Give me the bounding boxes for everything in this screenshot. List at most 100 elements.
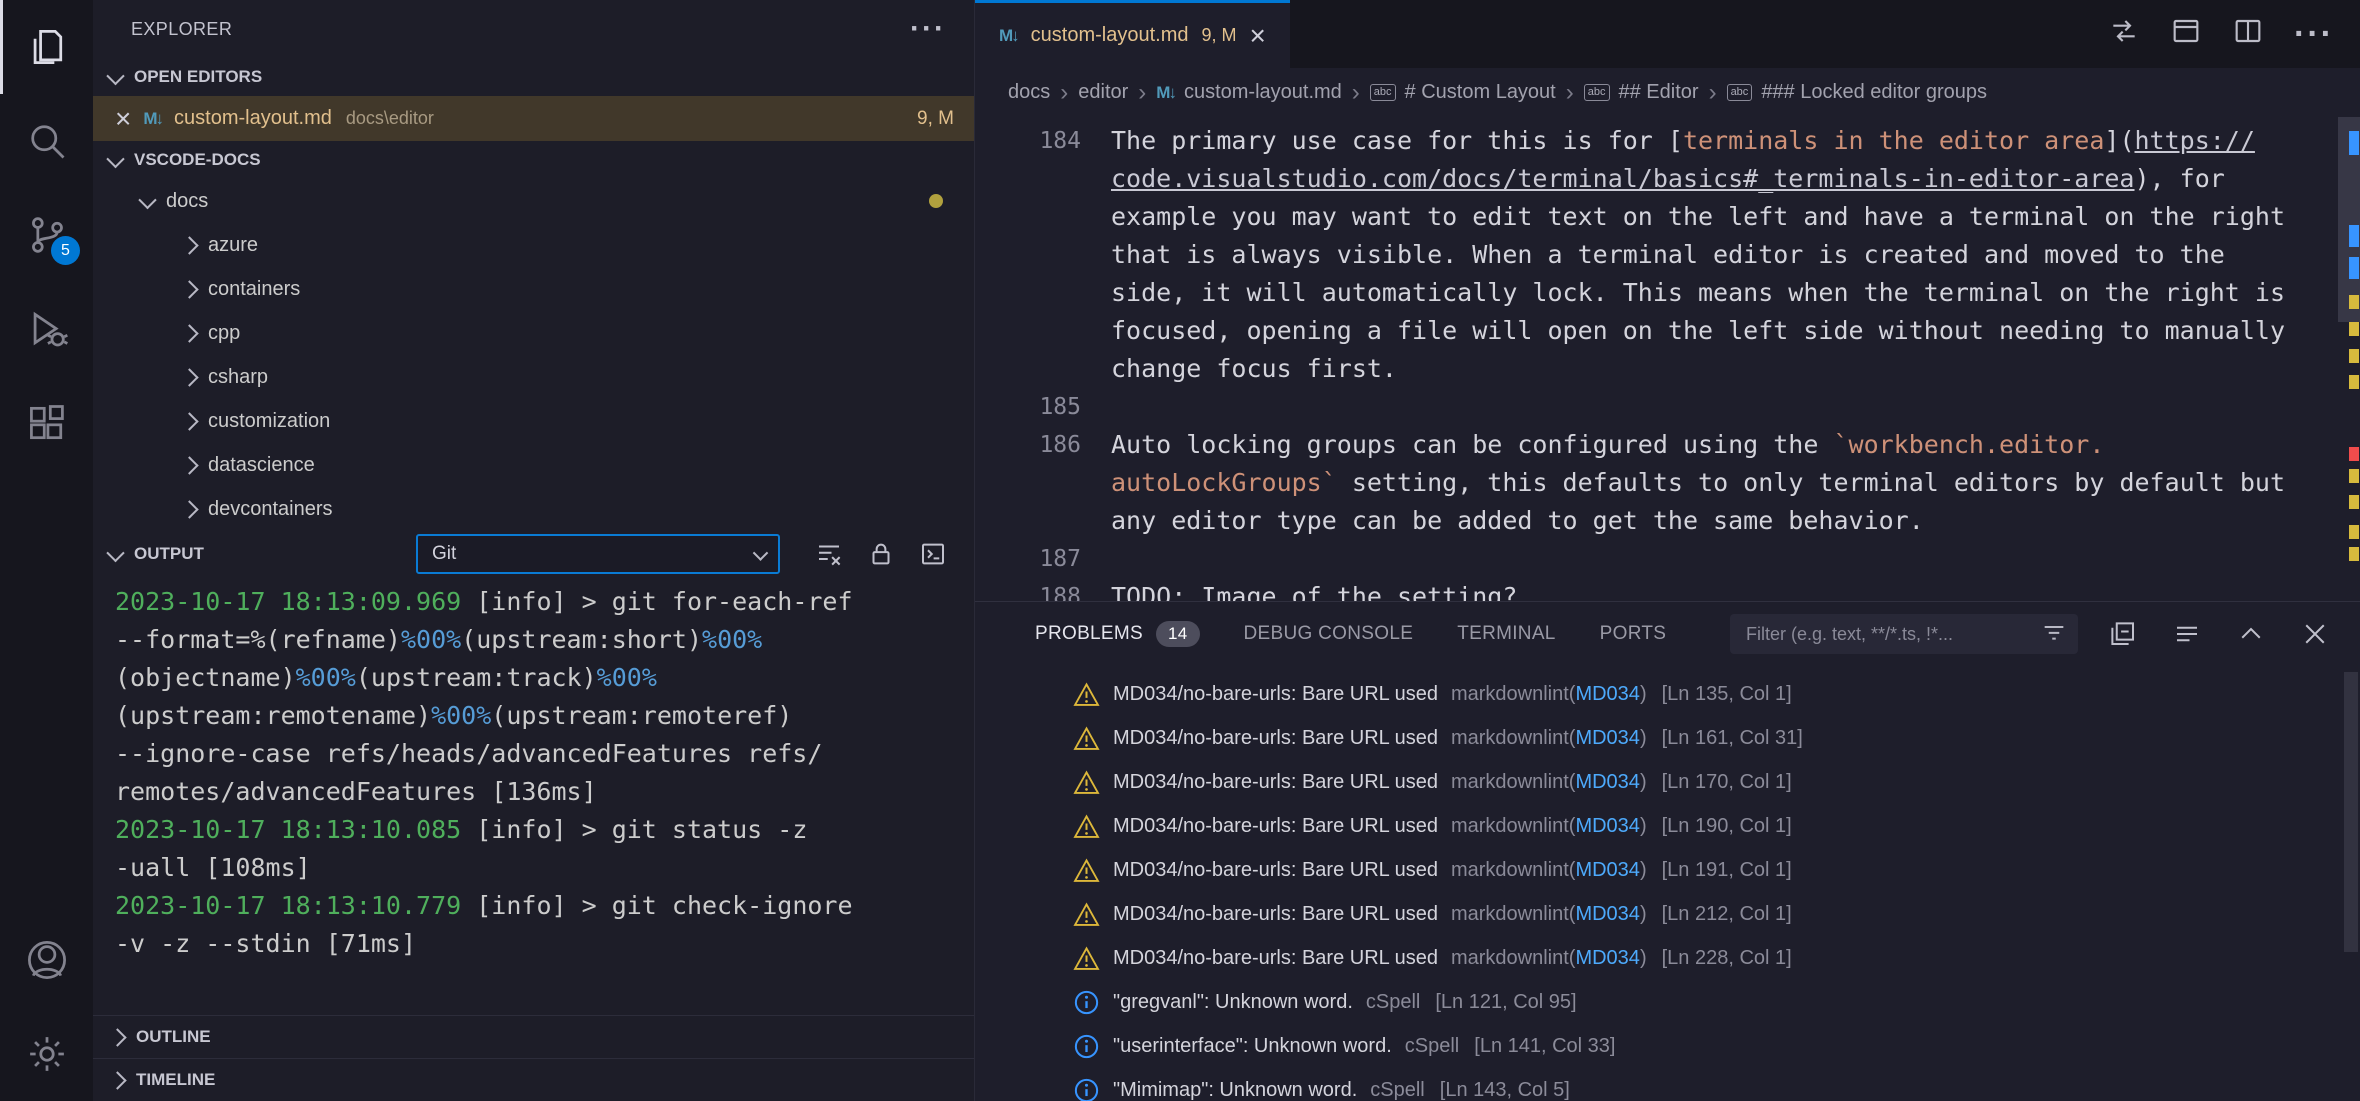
breadcrumb-item[interactable]: docs: [1008, 81, 1050, 104]
activity-extensions[interactable]: [0, 376, 93, 470]
output-line: (objectname)%00%(upstream:track)%00%: [115, 659, 974, 697]
editor-content[interactable]: 184The primary use case for this is for …: [975, 117, 2360, 601]
line-number: 184: [975, 122, 1081, 160]
output-text: -v -z --stdin [71ms]: [115, 929, 416, 958]
problem-row[interactable]: MD034/no-bare-urls: Bare URL usedmarkdow…: [975, 892, 2360, 936]
chevron-right-icon: [180, 324, 198, 342]
close-panel-icon[interactable]: [2300, 619, 2330, 649]
open-output-in-editor-icon[interactable]: [918, 539, 948, 569]
activity-source-control[interactable]: 5: [0, 188, 93, 282]
problem-source-text: markdownlint(: [1451, 771, 1575, 794]
panel-tab-debug-console[interactable]: DEBUG CONSOLE: [1244, 623, 1414, 645]
problem-code-link[interactable]: MD034: [1575, 683, 1639, 706]
code-line-text: The primary use case for this is for [te…: [1081, 122, 2255, 160]
tree-item-cpp[interactable]: cpp: [93, 311, 974, 355]
code-line: focused, opening a file will open on the…: [975, 312, 2360, 350]
problem-row[interactable]: MD034/no-bare-urls: Bare URL usedmarkdow…: [975, 848, 2360, 892]
tree-item-label: azure: [208, 234, 258, 257]
tree-item-datascience[interactable]: datascience: [93, 443, 974, 487]
problem-message: MD034/no-bare-urls: Bare URL used: [1113, 683, 1438, 706]
problem-row[interactable]: "userinterface": Unknown word.cSpell[Ln …: [975, 1024, 2360, 1068]
split-editor-icon[interactable]: [2232, 15, 2264, 53]
problem-code-link[interactable]: MD034: [1575, 903, 1639, 926]
problem-code-link[interactable]: MD034: [1575, 727, 1639, 750]
activity-accounts[interactable]: [0, 913, 93, 1007]
breadcrumb-item[interactable]: ### Locked editor groups: [1727, 81, 1987, 104]
line-number: 185: [975, 388, 1081, 426]
collapse-all-icon[interactable]: [2108, 619, 2138, 649]
breadcrumb-item[interactable]: custom-layout.md: [1156, 81, 1342, 104]
tab-custom-layout[interactable]: custom-layout.md 9, M: [975, 0, 1290, 68]
problem-row[interactable]: MD034/no-bare-urls: Bare URL usedmarkdow…: [975, 804, 2360, 848]
scrollbar-thumb[interactable]: [2344, 672, 2358, 952]
open-editor-item[interactable]: custom-layout.md docs\editor 9, M: [93, 96, 974, 141]
tree-item-devcontainers[interactable]: devcontainers: [93, 487, 974, 531]
output-header: OUTPUT Git: [93, 531, 974, 577]
problem-row[interactable]: "gregvanl": Unknown word.cSpell[Ln 121, …: [975, 980, 2360, 1024]
more-actions-icon[interactable]: [2294, 29, 2334, 39]
close-icon[interactable]: [1250, 23, 1266, 49]
problem-source-text: ): [1640, 683, 1647, 706]
problem-code-link[interactable]: MD034: [1575, 947, 1639, 970]
code-token: setting, this defaults to only terminal …: [1337, 468, 2285, 497]
tree-item-csharp[interactable]: csharp: [93, 355, 974, 399]
tree-item-containers[interactable]: containers: [93, 267, 974, 311]
activity-search[interactable]: [0, 94, 93, 188]
problem-code-link[interactable]: MD034: [1575, 859, 1639, 882]
activity-explorer[interactable]: [0, 0, 93, 94]
clear-output-icon[interactable]: [814, 539, 844, 569]
tree-item-customization[interactable]: customization: [93, 399, 974, 443]
problem-source-text: ): [1640, 727, 1647, 750]
tree-item-docs[interactable]: docs: [93, 179, 974, 223]
breadcrumb-item[interactable]: # Custom Layout: [1370, 81, 1556, 104]
editor-region: custom-layout.md 9, M docs editor custom-l…: [974, 0, 2360, 1101]
problem-row[interactable]: "Mimimap": Unknown word.cSpell[Ln 143, C…: [975, 1068, 2360, 1101]
open-changes-icon[interactable]: [2108, 15, 2140, 53]
breadcrumb-item[interactable]: editor: [1078, 81, 1128, 104]
ruler-mark: [2349, 349, 2359, 363]
activity-manage[interactable]: [0, 1007, 93, 1101]
chevron-down-icon[interactable]: [106, 543, 124, 561]
breadcrumb-label: ## Editor: [1619, 81, 1699, 104]
section-open-editors[interactable]: OPEN EDITORS: [93, 58, 974, 96]
close-icon[interactable]: [115, 106, 131, 132]
tree-item-azure[interactable]: azure: [93, 223, 974, 267]
output-log[interactable]: 2023-10-17 18:13:09.969 [info] > git for…: [93, 577, 974, 1015]
panel-tab-terminal[interactable]: TERMINAL: [1457, 623, 1555, 645]
tree-item-label: csharp: [208, 366, 268, 389]
problem-source: markdownlint(MD034): [1451, 859, 1647, 882]
tree-item-label: docs: [166, 190, 208, 213]
problem-row[interactable]: MD034/no-bare-urls: Bare URL usedmarkdow…: [975, 716, 2360, 760]
sidebar-explorer: EXPLORER OPEN EDITORS custom-layout.md d…: [93, 0, 974, 1101]
activity-run-and-debug[interactable]: [0, 282, 93, 376]
panel-tab-problems[interactable]: PROBLEMS 14: [1035, 621, 1200, 647]
problem-row[interactable]: MD034/no-bare-urls: Bare URL usedmarkdow…: [975, 936, 2360, 980]
output-channel-select[interactable]: Git: [416, 534, 780, 574]
line-number: 188: [975, 578, 1081, 601]
problem-row[interactable]: MD034/no-bare-urls: Bare URL usedmarkdow…: [975, 672, 2360, 716]
section-timeline[interactable]: TIMELINE: [93, 1058, 974, 1101]
open-preview-icon[interactable]: [2170, 15, 2202, 53]
tree-item-label: cpp: [208, 322, 240, 345]
breadcrumb-item[interactable]: ## Editor: [1584, 81, 1699, 104]
more-actions-icon[interactable]: [910, 24, 946, 34]
panel-header: PROBLEMS 14 DEBUG CONSOLE TERMINAL PORTS: [975, 602, 2360, 666]
panel-tab-ports[interactable]: PORTS: [1600, 623, 1667, 645]
problem-code-link[interactable]: MD034: [1575, 815, 1639, 838]
code-line-text: [1081, 540, 1111, 578]
activity-bar: 5: [0, 0, 93, 1101]
section-workspace[interactable]: VSCODE-DOCS: [93, 141, 974, 179]
filter-icon[interactable]: [2040, 620, 2068, 648]
tree-item-label: containers: [208, 278, 300, 301]
maximize-panel-icon[interactable]: [2236, 619, 2266, 649]
code-line: 185: [975, 388, 2360, 426]
lock-icon[interactable]: [866, 539, 896, 569]
view-as-table-icon[interactable]: [2172, 619, 2202, 649]
problems-list[interactable]: MD034/no-bare-urls: Bare URL used markdow…: [975, 666, 2360, 1101]
output-text: (upstream:remotename): [115, 701, 431, 730]
problem-row[interactable]: MD034/no-bare-urls: Bare URL usedmarkdow…: [975, 760, 2360, 804]
overview-ruler[interactable]: [2338, 117, 2360, 601]
section-outline[interactable]: OUTLINE: [93, 1015, 974, 1058]
problems-filter-input[interactable]: [1744, 623, 2040, 646]
problem-code-link[interactable]: MD034: [1575, 771, 1639, 794]
